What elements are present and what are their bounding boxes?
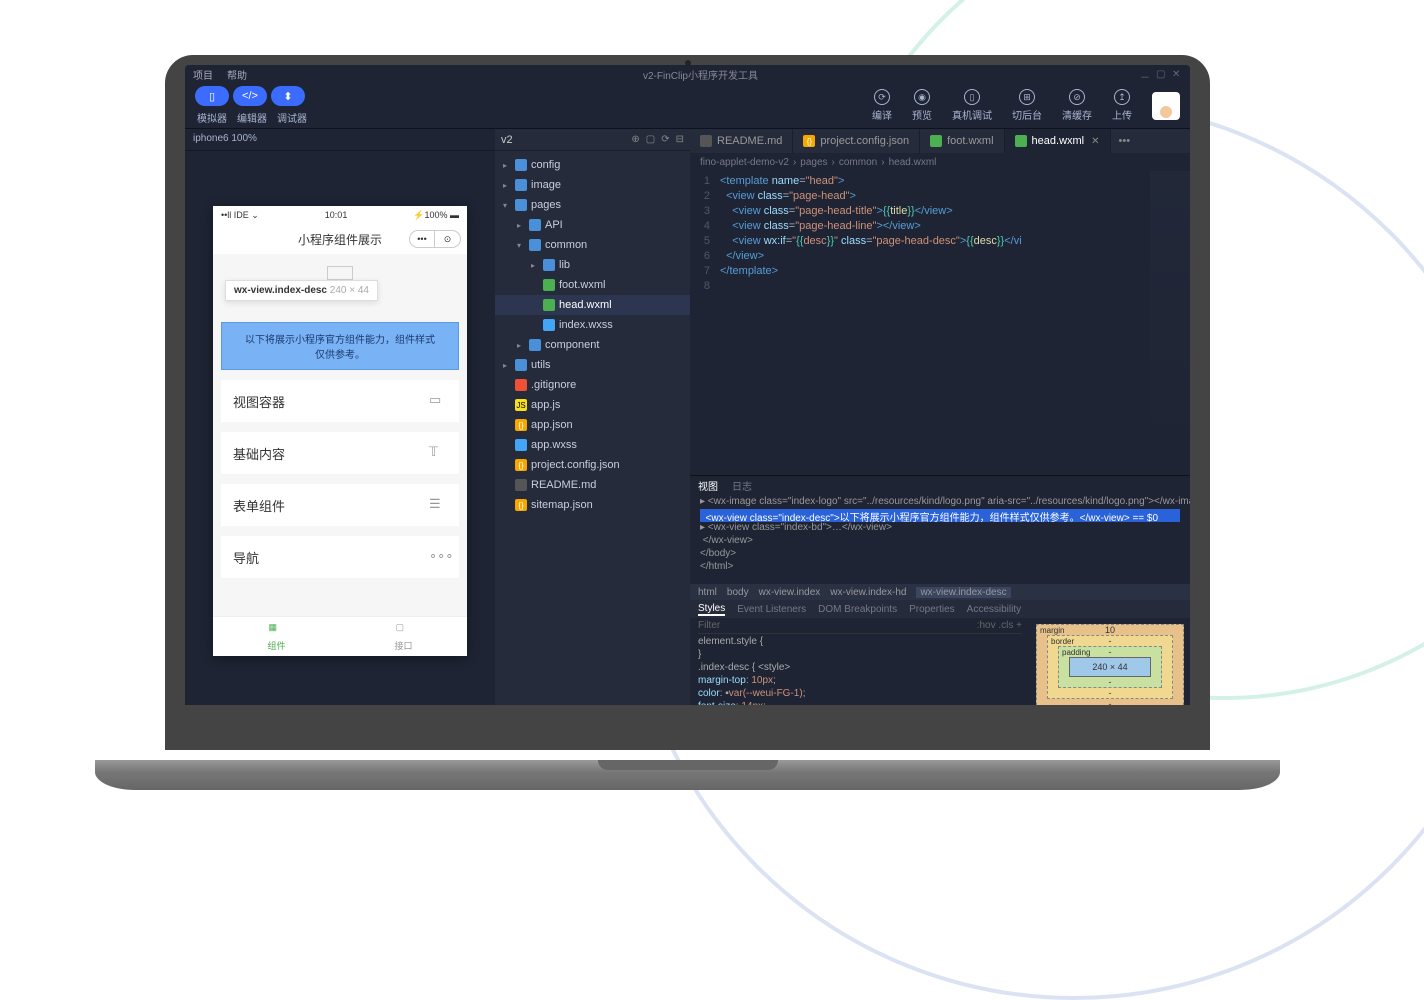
phone-preview: ••ll IDE ⌄ 10:01 ⚡100% ▬ 小程序组件展示 ••• ⊙ w…: [213, 206, 467, 656]
action-remote-debug[interactable]: ▯真机调试: [952, 89, 992, 122]
list-item[interactable]: 导航∘∘∘: [221, 536, 459, 578]
menu-help[interactable]: 帮助: [227, 67, 247, 82]
close-icon[interactable]: ✕: [1172, 69, 1182, 79]
accessibility-tab[interactable]: Accessibility: [967, 604, 1021, 615]
editor-tabs: README.md {}project.config.json foot.wxm…: [690, 129, 1190, 153]
dom-breakpoints-tab[interactable]: DOM Breakpoints: [818, 604, 897, 615]
phone-title: 小程序组件展示: [298, 231, 382, 248]
new-file-icon[interactable]: ⊕: [631, 134, 639, 145]
simulator-device-label: iphone6 100%: [185, 129, 495, 151]
tab-head-wxml[interactable]: head.wxml✕: [1005, 129, 1111, 153]
list-item[interactable]: 视图容器▭: [221, 380, 459, 422]
inspector-tooltip: wx-view.index-desc 240 × 44: [225, 280, 378, 301]
minimap[interactable]: [1150, 171, 1190, 475]
tab-project-config[interactable]: {}project.config.json: [793, 129, 920, 153]
grid-icon: ▦: [269, 622, 285, 638]
dom-tree[interactable]: ▸ <wx-image class="index-logo" src="../r…: [690, 494, 1190, 584]
capsule-menu-icon[interactable]: •••: [409, 230, 435, 248]
menu-bar: 项目 帮助 v2-FinClip小程序开发工具 － ▢ ✕: [185, 65, 1190, 83]
pill-label-sim: 模拟器: [197, 110, 227, 125]
box-model-viewer: margin10 border- padding- 240 × 44 - - -: [1030, 618, 1190, 705]
tab-readme[interactable]: README.md: [690, 129, 793, 153]
status-battery: ⚡100% ▬: [413, 210, 459, 221]
devtools-tab-elements[interactable]: 视图: [698, 478, 718, 493]
new-folder-icon[interactable]: ▢: [646, 134, 655, 145]
pill-label-debug: 调试器: [277, 110, 307, 125]
filter-input[interactable]: Filter: [698, 620, 720, 631]
properties-tab[interactable]: Properties: [909, 604, 955, 615]
pill-simulator[interactable]: ▯: [195, 86, 229, 106]
tree-root-label: v2: [501, 134, 513, 146]
minimize-icon[interactable]: －: [1140, 69, 1150, 79]
chip-icon: ▢: [396, 622, 412, 638]
pill-label-edit: 编辑器: [237, 110, 267, 125]
event-listeners-tab[interactable]: Event Listeners: [737, 604, 806, 615]
status-signal: ••ll IDE ⌄: [221, 210, 259, 221]
refresh-icon[interactable]: ⟳: [661, 134, 669, 145]
devtools-panel: 视图 日志 ▸ <wx-image class="index-logo" src…: [690, 475, 1190, 705]
tab-components[interactable]: ▦组件: [213, 617, 340, 656]
breadcrumbs[interactable]: fino-applet-demo-v2›pages›common›head.wx…: [690, 153, 1190, 171]
pill-debugger[interactable]: ⬍: [271, 86, 305, 106]
devtools-tab-console[interactable]: 日志: [732, 478, 752, 493]
menu-project[interactable]: 项目: [193, 67, 213, 82]
status-time: 10:01: [325, 210, 348, 220]
pill-editor[interactable]: </>: [233, 86, 267, 106]
collapse-icon[interactable]: ⊟: [676, 134, 684, 145]
more-icon: ∘∘∘: [429, 548, 447, 566]
code-editor[interactable]: 1<template name="head"> 2 <view class="p…: [690, 171, 1190, 475]
laptop-mockup: 项目 帮助 v2-FinClip小程序开发工具 － ▢ ✕ ▯ </> ⬍ 模拟…: [155, 55, 1220, 790]
tab-foot-wxml[interactable]: foot.wxml: [920, 129, 1004, 153]
list-item[interactable]: 表单组件☰: [221, 484, 459, 526]
logo-placeholder: [327, 266, 353, 280]
action-preview[interactable]: ◉预览: [912, 89, 932, 122]
capsule-close-icon[interactable]: ⊙: [435, 230, 461, 248]
styles-tab[interactable]: Styles: [698, 603, 725, 616]
action-background[interactable]: ⊞切后台: [1012, 89, 1042, 122]
index-desc-highlighted[interactable]: 以下将展示小程序官方组件能力，组件样式仅供参考。: [221, 322, 459, 370]
action-clear-cache[interactable]: ⊘清缓存: [1062, 89, 1092, 122]
maximize-icon[interactable]: ▢: [1156, 69, 1166, 79]
tabs-overflow-icon[interactable]: •••: [1111, 135, 1139, 147]
element-breadcrumbs[interactable]: html body wx-view.index wx-view.index-hd…: [690, 584, 1190, 600]
css-rules[interactable]: Filter:hov .cls + element.style { } .ind…: [690, 618, 1030, 705]
action-upload[interactable]: ↥上传: [1112, 89, 1132, 122]
menu-icon: ☰: [429, 496, 447, 514]
close-tab-icon[interactable]: ✕: [1091, 136, 1099, 147]
user-avatar[interactable]: [1152, 92, 1180, 120]
toolbar: ▯ </> ⬍ 模拟器 编辑器 调试器 ⟳编译 ◉预览 ▯真机调试 ⊞切后台 ⊘…: [185, 83, 1190, 129]
text-icon: 𝕋: [429, 444, 447, 462]
container-icon: ▭: [429, 392, 447, 410]
window-title: v2-FinClip小程序开发工具: [261, 67, 1140, 82]
file-tree[interactable]: ▸config ▸image ▾pages ▸API ▾common ▸lib …: [495, 151, 690, 519]
list-item[interactable]: 基础内容𝕋: [221, 432, 459, 474]
filter-actions[interactable]: :hov .cls +: [977, 620, 1022, 631]
action-compile[interactable]: ⟳编译: [872, 89, 892, 122]
tab-api[interactable]: ▢接口: [340, 617, 467, 656]
